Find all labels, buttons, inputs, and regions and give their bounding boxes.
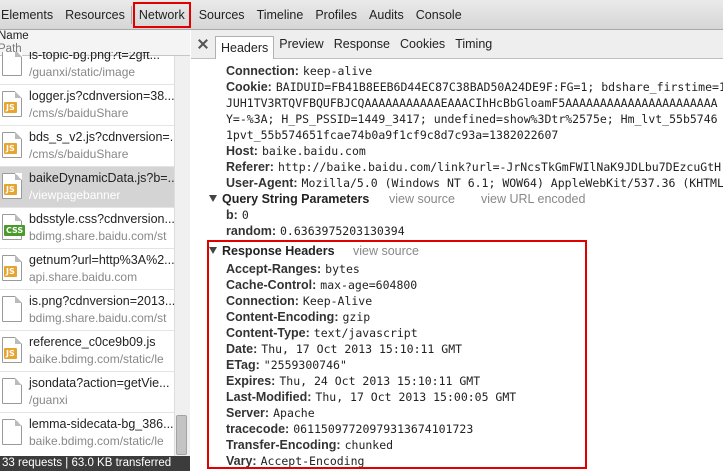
request-name: lemma-sidecata-bg_386... xyxy=(29,417,174,431)
header-row: Connection: keep-alive xyxy=(226,64,373,78)
request-name: bdsstyle.css?cdnversion... xyxy=(29,212,174,226)
response-header-row: Accept-Ranges: bytes xyxy=(226,262,360,276)
request-row-selected[interactable]: JS baikeDynamicData.js?b=... /viewpageba… xyxy=(0,167,174,208)
request-name: is.png?cdnversion=2013... xyxy=(29,294,174,308)
document-file-icon xyxy=(2,378,22,404)
tab-timeline[interactable]: Timeline xyxy=(251,0,310,30)
request-list: is-topic-bg.png?t=2gft... /guanxi/static… xyxy=(0,52,174,452)
header-row: Cookie: BAIDUID=FB41B8EEB6D44EC87C38BAD50… xyxy=(226,80,723,94)
request-path: bdimg.share.baidu.com/st xyxy=(29,229,167,243)
view-source-link[interactable]: view source xyxy=(389,192,455,206)
request-list-scrollbar[interactable] xyxy=(174,56,190,456)
request-path: baike.bdimg.com/static/le xyxy=(29,434,164,448)
response-header-row: Last-Modified: Thu, 17 Oct 2013 15:00:05 … xyxy=(226,390,517,404)
request-path: /cms/s/baiduShare xyxy=(29,147,129,161)
request-name: bds_s_v2.js?cdnversion=... xyxy=(29,130,174,144)
js-file-icon: JS xyxy=(2,173,22,199)
request-name: baikeDynamicData.js?b=... xyxy=(29,171,174,185)
request-row[interactable]: JS bds_s_v2.js?cdnversion=... /cms/s/bai… xyxy=(0,126,174,167)
image-file-icon xyxy=(2,296,22,322)
detail-tab-bar: Headers Preview Response Cookies Timing xyxy=(191,30,723,59)
header-row: Host: baike.baidu.com xyxy=(226,144,366,158)
tab-resources[interactable]: Resources xyxy=(59,0,132,30)
query-params-section-toggle[interactable]: Query String Parameters xyxy=(209,192,369,206)
response-header-row: ETag: "2559300746" xyxy=(226,358,347,372)
js-file-icon: JS xyxy=(2,91,22,117)
param-row: random: 0.6363975203130394 xyxy=(226,224,405,238)
tab-sources[interactable]: Sources xyxy=(193,0,251,30)
header-continuation: 1pvt_55b574651fcae74b0a9f1cf9c8d7c93a=13… xyxy=(226,128,559,142)
response-header-row: Expires: Thu, 24 Oct 2013 15:10:11 GMT xyxy=(226,374,481,388)
close-icon[interactable] xyxy=(197,38,209,50)
request-row[interactable]: is-topic-bg.png?t=2gft... /guanxi/static… xyxy=(0,52,174,85)
tab-network[interactable]: Network xyxy=(132,2,191,28)
js-file-icon: JS xyxy=(2,255,22,281)
js-file-icon: JS xyxy=(2,337,22,363)
response-header-row: Content-Type: text/javascript xyxy=(226,326,418,340)
request-path: bdimg.share.baidu.com/st xyxy=(29,311,167,325)
tab-timing[interactable]: Timing xyxy=(450,33,497,55)
request-name: jsondata?action=getVie... xyxy=(29,376,170,390)
request-row[interactable]: lemma-sidecata-bg_386... baike.bdimg.com… xyxy=(0,413,174,452)
devtools-window: Elements Resources Network Sources Timel… xyxy=(0,0,723,471)
network-summary-bar: 33 requests | 63.0 KB transferred xyxy=(0,456,190,471)
scrollbar-thumb[interactable] xyxy=(176,415,187,455)
tab-audits[interactable]: Audits xyxy=(363,0,410,30)
request-list-panel: Name Path is-topic-bg.png?t=2gft... /gua… xyxy=(0,30,190,471)
tab-headers[interactable]: Headers xyxy=(215,35,275,59)
header-row: User-Agent: Mozilla/5.0 (Windows NT 6.1; … xyxy=(226,176,723,190)
response-header-row: Content-Encoding: gzip xyxy=(226,310,371,324)
request-row[interactable]: jsondata?action=getVie... /guanxi xyxy=(0,372,174,413)
panel-tabs: Elements Resources Network Sources Timel… xyxy=(0,0,468,30)
response-header-row: Vary: Accept-Encoding xyxy=(226,454,365,468)
tab-cookies[interactable]: Cookies xyxy=(395,33,450,55)
request-name: logger.js?cdnversion=38... xyxy=(29,89,174,103)
tab-profiles[interactable]: Profiles xyxy=(309,0,363,30)
image-file-icon xyxy=(2,419,22,445)
devtools-toolbar: Elements Resources Network Sources Timel… xyxy=(0,0,723,30)
request-path: /viewpagebanner xyxy=(29,188,121,202)
param-row: b: 0 xyxy=(226,208,249,222)
header-continuation: JUH1TV3RTQVFBQUFBJCQAAAAAAAAAAAEAAACIhHc… xyxy=(226,96,718,110)
tab-console[interactable]: Console xyxy=(410,0,468,30)
request-row[interactable]: is.png?cdnversion=2013... bdimg.share.ba… xyxy=(0,290,174,331)
header-continuation: Y=-%3A; H_PS_PSSID=1449_3417; undefined=… xyxy=(226,112,718,126)
expand-triangle-icon xyxy=(209,247,217,254)
request-row[interactable]: JS getnum?url=http%3A%2... api.share.bai… xyxy=(0,249,174,290)
request-name: reference_c0ce9b09.js xyxy=(29,335,156,349)
response-header-row: Connection: Keep-Alive xyxy=(226,294,373,308)
request-name: is-topic-bg.png?t=2gft... xyxy=(29,52,160,62)
css-file-icon: CSS xyxy=(2,214,26,240)
request-detail-panel: Headers Preview Response Cookies Timing … xyxy=(191,30,723,471)
view-url-encoded-link[interactable]: view URL encoded xyxy=(481,192,585,206)
request-path: api.share.baidu.com xyxy=(29,270,138,284)
view-source-link[interactable]: view source xyxy=(353,244,419,258)
request-path: baike.bdimg.com/static/le xyxy=(29,352,164,366)
request-path: /cms/s/baiduShare xyxy=(29,106,129,120)
request-path: /guanxi/static/image xyxy=(29,65,136,79)
request-row[interactable]: JS reference_c0ce9b09.js baike.bdimg.com… xyxy=(0,331,174,372)
request-name: getnum?url=http%3A%2... xyxy=(29,253,174,267)
request-row[interactable]: CSS bdsstyle.css?cdnversion... bdimg.sha… xyxy=(0,208,174,249)
response-headers-section-toggle[interactable]: Response Headers xyxy=(209,244,335,258)
tab-response[interactable]: Response xyxy=(329,33,395,55)
request-row[interactable]: JS logger.js?cdnversion=38... /cms/s/bai… xyxy=(0,85,174,126)
expand-triangle-icon xyxy=(209,195,217,202)
image-file-icon xyxy=(2,52,22,76)
response-header-row: Server: Apache xyxy=(226,406,315,420)
header-row: Referer: http://baike.baidu.com/link?url=… xyxy=(226,160,722,174)
response-header-row: Transfer-Encoding: chunked xyxy=(226,438,394,452)
response-header-row: Date: Thu, 17 Oct 2013 15:10:11 GMT xyxy=(226,342,463,356)
tab-preview[interactable]: Preview xyxy=(274,33,328,55)
name-column-header: Name xyxy=(0,30,29,42)
js-file-icon: JS xyxy=(2,132,22,158)
response-header-row: Cache-Control: max-age=604800 xyxy=(226,278,418,292)
tab-elements[interactable]: Elements xyxy=(0,0,59,30)
response-header-row: tracecode: 06115097720979313674101723 xyxy=(226,422,474,436)
headers-content: Connection: keep-alive Cookie: BAIDUID=FB4… xyxy=(191,59,723,471)
request-path: /guanxi xyxy=(29,393,68,407)
